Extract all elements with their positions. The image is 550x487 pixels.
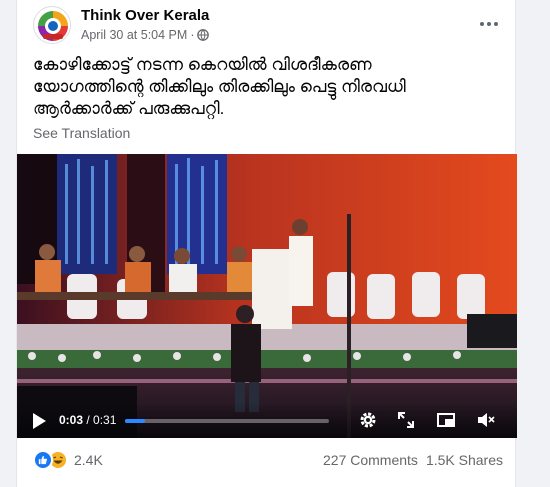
current-time: 0:03 (59, 413, 84, 427)
engagement-stats: 227 Comments 1.5K Shares (323, 452, 503, 468)
video-duration: 0:31 (93, 413, 117, 427)
page-avatar[interactable] (33, 6, 71, 44)
meta-separator: · (190, 28, 195, 42)
picture-in-picture-icon[interactable] (435, 409, 457, 431)
post-timestamp[interactable]: April 30 at 5:04 PM (81, 28, 187, 42)
like-icon (33, 450, 53, 470)
post-text-line: കോഴിക്കോട്ട് നടന്ന കെറയിൽ വിശദീകരണ (33, 55, 372, 74)
post-card: Think Over Kerala April 30 at 5:04 PM · … (16, 0, 517, 487)
reaction-count: 2.4K (74, 452, 103, 468)
video-time: 0:03 / 0:31 (59, 413, 116, 427)
more-options-icon[interactable] (475, 12, 503, 36)
video-progress-bar[interactable] (125, 419, 329, 423)
globe-icon[interactable] (197, 29, 210, 41)
video-player[interactable]: 0:03 / 0:31 (17, 154, 517, 438)
post-text-line: ആർക്കാർക്ക് പരുക്കുപറ്റി. (33, 99, 225, 118)
comments-count-link[interactable]: 227 Comments (323, 452, 418, 468)
post-text-line: യോഗത്തിന്റെ തിക്കിലും തിരക്കിലും പെട്ടു … (33, 77, 406, 96)
post-header: Think Over Kerala April 30 at 5:04 PM · (33, 4, 503, 46)
post-meta: April 30 at 5:04 PM · (81, 28, 210, 42)
settings-icon[interactable] (357, 409, 379, 431)
video-frame (17, 154, 517, 438)
fullscreen-expand-icon[interactable] (395, 409, 417, 431)
post-text: കോഴിക്കോട്ട് നടന്ന കെറയിൽ വിശദീകരണ യോഗത്… (33, 54, 503, 120)
page-name[interactable]: Think Over Kerala (81, 7, 209, 24)
shares-count-link[interactable]: 1.5K Shares (426, 452, 503, 468)
reactions-summary[interactable]: 2.4K (33, 450, 103, 470)
play-icon[interactable] (31, 412, 47, 430)
page-logo (35, 8, 70, 43)
video-controls: 0:03 / 0:31 (17, 402, 517, 438)
video-progress-fill (125, 419, 145, 423)
time-separator: / (83, 413, 94, 427)
post-footer: 2.4K 227 Comments 1.5K Shares (33, 446, 503, 476)
see-translation-link[interactable]: See Translation (33, 125, 130, 141)
volume-muted-icon[interactable] (475, 409, 497, 431)
